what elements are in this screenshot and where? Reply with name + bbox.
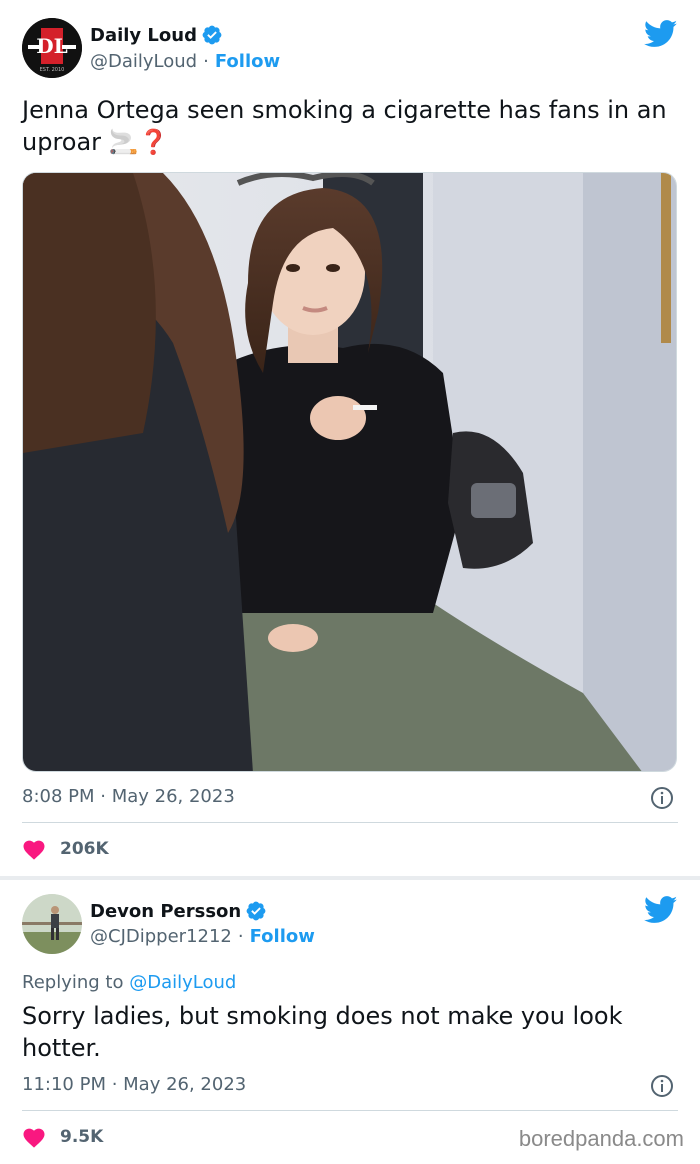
tweet-text: Jenna Ortega seen smoking a cigarette ha… xyxy=(22,96,667,156)
like-count: 206K xyxy=(60,839,109,859)
tweet-timestamp[interactable]: 11:10 PM · May 26, 2023 xyxy=(22,1074,246,1095)
author-handle[interactable]: @DailyLoud xyxy=(90,51,197,72)
heart-icon[interactable] xyxy=(22,1126,46,1148)
like-row[interactable]: 9.5K xyxy=(22,1126,103,1148)
author-handle[interactable]: @CJDipper1212 xyxy=(90,926,232,947)
divider-line xyxy=(22,1110,678,1111)
replying-prefix: Replying to xyxy=(22,972,124,993)
replying-to: Replying to @DailyLoud xyxy=(22,972,236,993)
heart-icon[interactable] xyxy=(22,838,46,860)
tweet-card-daily-loud: DL EST. 2010 Daily Loud @DailyLoud · Fol… xyxy=(0,0,700,876)
twitter-bird-icon[interactable] xyxy=(644,896,678,924)
tweet-photo[interactable] xyxy=(22,172,677,772)
like-row[interactable]: 206K xyxy=(22,838,109,860)
replying-mention-link[interactable]: @DailyLoud xyxy=(129,972,236,993)
twitter-bird-icon[interactable] xyxy=(644,20,678,48)
separator-dot: · xyxy=(203,51,209,72)
info-icon[interactable] xyxy=(650,786,674,810)
verified-badge-icon xyxy=(202,25,222,45)
avatar-daily-loud[interactable]: DL EST. 2010 xyxy=(22,18,82,78)
author-name[interactable]: Daily Loud xyxy=(90,25,197,46)
follow-button[interactable]: Follow xyxy=(215,51,280,72)
follow-button[interactable]: Follow xyxy=(250,926,315,947)
tweet-text: Sorry ladies, but smoking does not make … xyxy=(22,1002,623,1062)
tweet-timestamp[interactable]: 8:08 PM · May 26, 2023 xyxy=(22,786,235,807)
like-count: 9.5K xyxy=(60,1127,104,1147)
svg-text:EST. 2010: EST. 2010 xyxy=(40,67,65,73)
info-icon[interactable] xyxy=(650,1074,674,1098)
watermark: boredpanda.com xyxy=(518,1126,684,1151)
author-name[interactable]: Devon Persson xyxy=(90,901,241,922)
divider-line xyxy=(22,822,678,823)
avatar-devon-persson[interactable] xyxy=(22,894,82,954)
separator-dot: · xyxy=(237,926,244,947)
verified-badge-icon xyxy=(246,901,266,921)
